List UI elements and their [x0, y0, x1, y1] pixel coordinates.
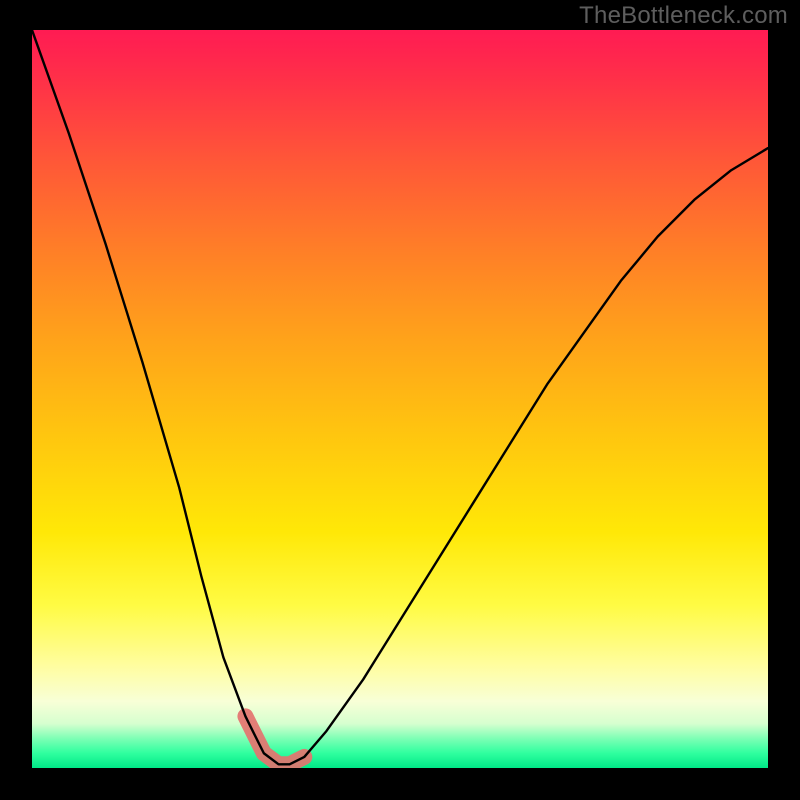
attribution-text: TheBottleneck.com [579, 2, 788, 30]
plot-area [32, 30, 768, 768]
chart-stage: TheBottleneck.com [0, 0, 800, 800]
optimal-range-highlight [245, 716, 304, 764]
curve-overlay [32, 30, 768, 768]
bottleneck-curve [32, 30, 768, 764]
